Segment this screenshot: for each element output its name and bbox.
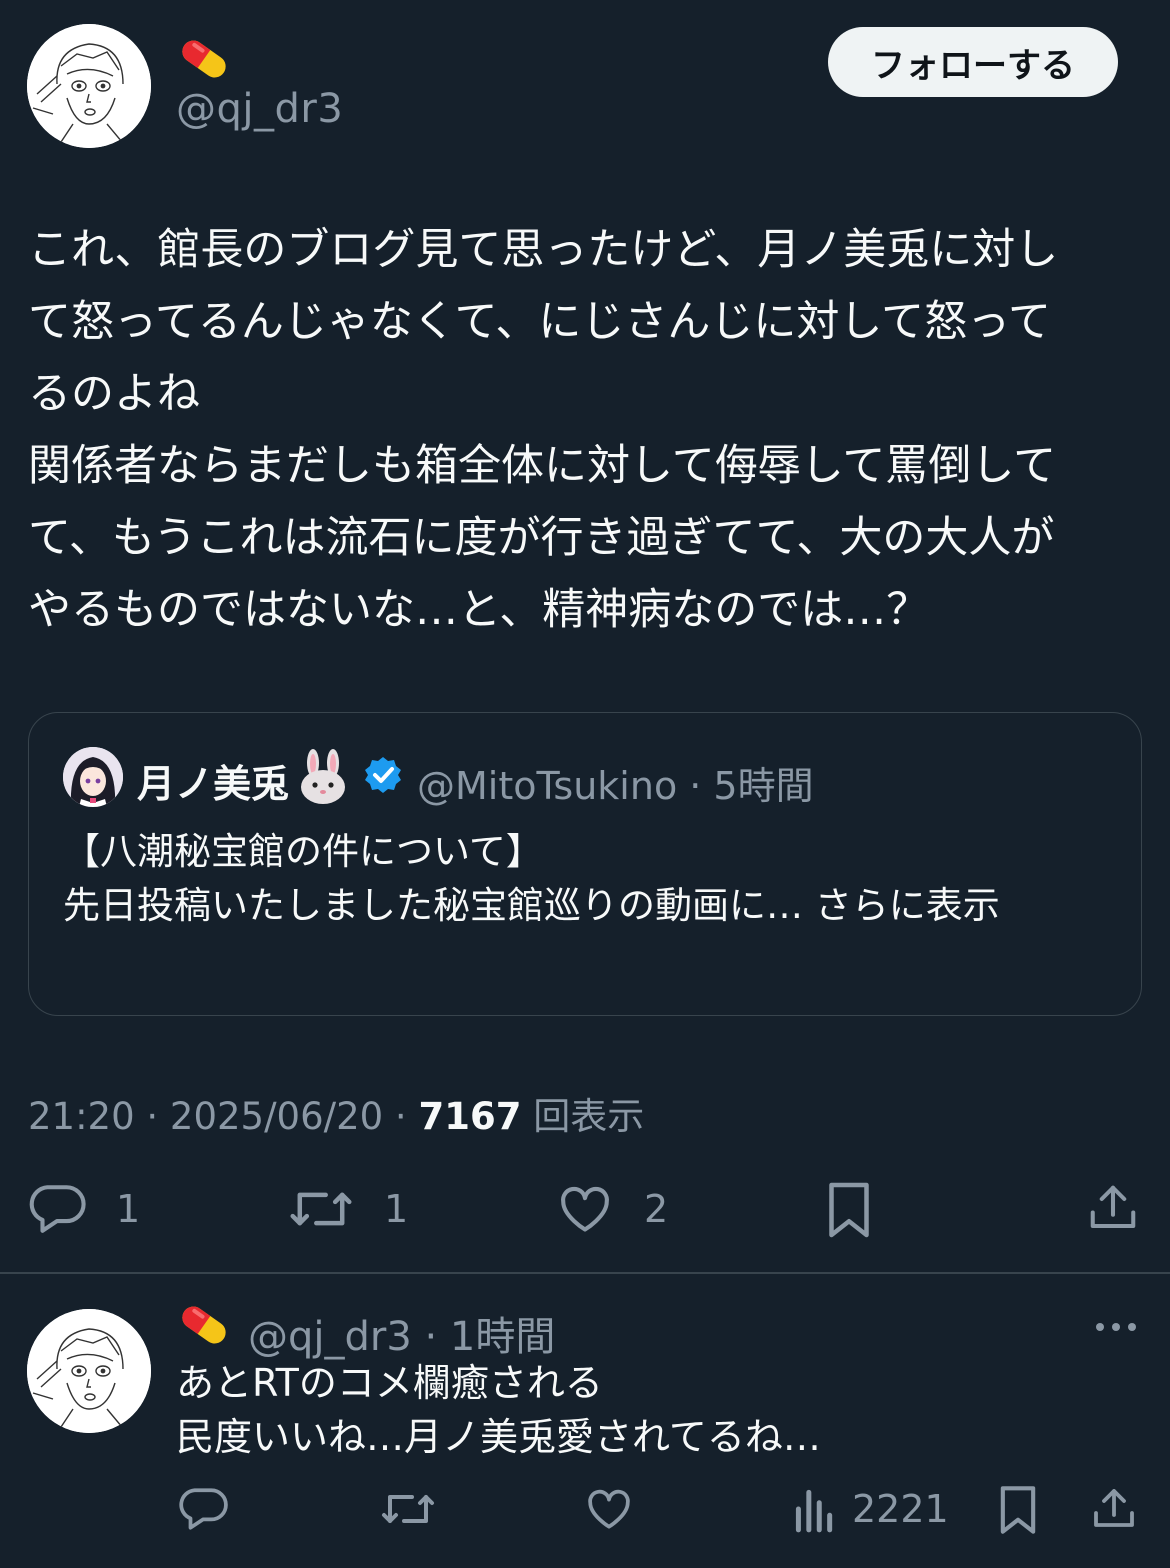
tweet-page: @qj_dr3 フォローする これ、館長のブログ見て思ったけど、月ノ美兎に対し … [0, 0, 1170, 1568]
tweet-text: これ、館長のブログ見て思ったけど、月ノ美兎に対し て怒ってるんじゃなくて、にじさ… [28, 214, 1144, 646]
author-handle[interactable]: @qj_dr3 [176, 86, 343, 132]
tweet-text-line: やるものではないな…と、精神病なのでは…？ [28, 585, 930, 635]
share-icon [1090, 1185, 1136, 1229]
reply-share-button[interactable] [1090, 1484, 1138, 1534]
author-avatar[interactable] [27, 24, 151, 148]
pill-emoji-icon [182, 40, 226, 78]
reply-tweet-text: あとRTのコメ欄癒される 民度いいね…月ノ美兎愛されてるね… [176, 1356, 821, 1464]
tweet-text-line: これ、館長のブログ見て思ったけど、月ノ美兎に対し [28, 225, 1059, 275]
quoted-text-line: 【八潮秘宝館の件について】 [63, 830, 543, 873]
verified-badge-icon [365, 757, 401, 793]
reply-text-line: あとRTのコメ欄癒される [176, 1361, 603, 1405]
reply-button[interactable]: 1 [28, 1180, 140, 1238]
quoted-text-line: 先日投稿いたしました秘宝館巡りの動画に… さらに表示 [63, 884, 1000, 927]
share-icon [1094, 1489, 1134, 1527]
quoted-tweet-text: 【八潮秘宝館の件について】 先日投稿いたしました秘宝館巡りの動画に… さらに表示 [63, 825, 1000, 933]
tweet-timestamp-row: 21:20 · 2025/06/20 · 7167 回表示 [28, 1086, 644, 1140]
tweet-text-line: て怒ってるんじゃなくて、にじさんじに対して怒って [28, 297, 1051, 347]
reply-bookmark-button[interactable] [998, 1484, 1038, 1536]
tweet-timestamp[interactable]: 21:20 · 2025/06/20 · [28, 1095, 407, 1138]
retweet-icon [290, 1192, 352, 1226]
reply-handle-time[interactable]: @qj_dr3 · 1時間 [248, 1304, 555, 1362]
reply-like-button[interactable] [584, 1484, 634, 1534]
retweet-count: 1 [384, 1187, 409, 1231]
like-icon [588, 1489, 630, 1529]
like-count: 2 [644, 1187, 669, 1231]
tweet-text-line: 関係者ならまだしも箱全体に対して侮辱して罵倒して [28, 441, 1057, 491]
tweet-text-line: て、もうこれは流石に度が行き過ぎてて、大の大人が [28, 513, 1055, 563]
share-button[interactable] [1086, 1180, 1140, 1236]
reply-author-avatar[interactable] [27, 1309, 151, 1433]
reply-reply-button[interactable] [178, 1484, 228, 1534]
more-icon[interactable] [1092, 1312, 1140, 1342]
bookmark-icon [1000, 1486, 1036, 1534]
view-count: 7167 [418, 1095, 522, 1138]
reply-view-count: 2221 [852, 1487, 949, 1531]
rabbit-emoji-icon [301, 749, 345, 804]
reply-count: 1 [116, 1187, 141, 1231]
view-label: 回表示 [533, 1095, 645, 1138]
pill-emoji-icon [182, 1306, 226, 1344]
tweet-text-line: るのよね [28, 369, 200, 419]
quoted-tweet-card[interactable]: 月ノ美兎 @MitoTsukino · 5時間 【八潮秘宝館の件について】 先日… [28, 712, 1142, 1016]
quoted-author-avatar[interactable] [63, 747, 123, 807]
quoted-author-name[interactable]: 月ノ美兎 [137, 753, 289, 808]
reply-retweet-button[interactable] [380, 1484, 436, 1534]
like-icon [561, 1186, 609, 1232]
retweet-icon [382, 1495, 434, 1523]
retweet-button[interactable]: 1 [288, 1180, 408, 1238]
views-icon [795, 1489, 833, 1533]
divider [0, 1272, 1170, 1274]
follow-button[interactable]: フォローする [828, 27, 1118, 97]
quoted-handle-time[interactable]: @MitoTsukino · 5時間 [417, 755, 814, 810]
reply-icon [179, 1488, 228, 1530]
bookmark-button[interactable] [826, 1180, 872, 1240]
bookmark-icon [829, 1182, 869, 1238]
reply-icon [29, 1185, 86, 1233]
like-button[interactable]: 2 [556, 1180, 668, 1238]
reply-text-line: 民度いいね…月ノ美兎愛されてるね… [176, 1415, 821, 1459]
reply-views-button[interactable]: 2221 [792, 1484, 949, 1534]
